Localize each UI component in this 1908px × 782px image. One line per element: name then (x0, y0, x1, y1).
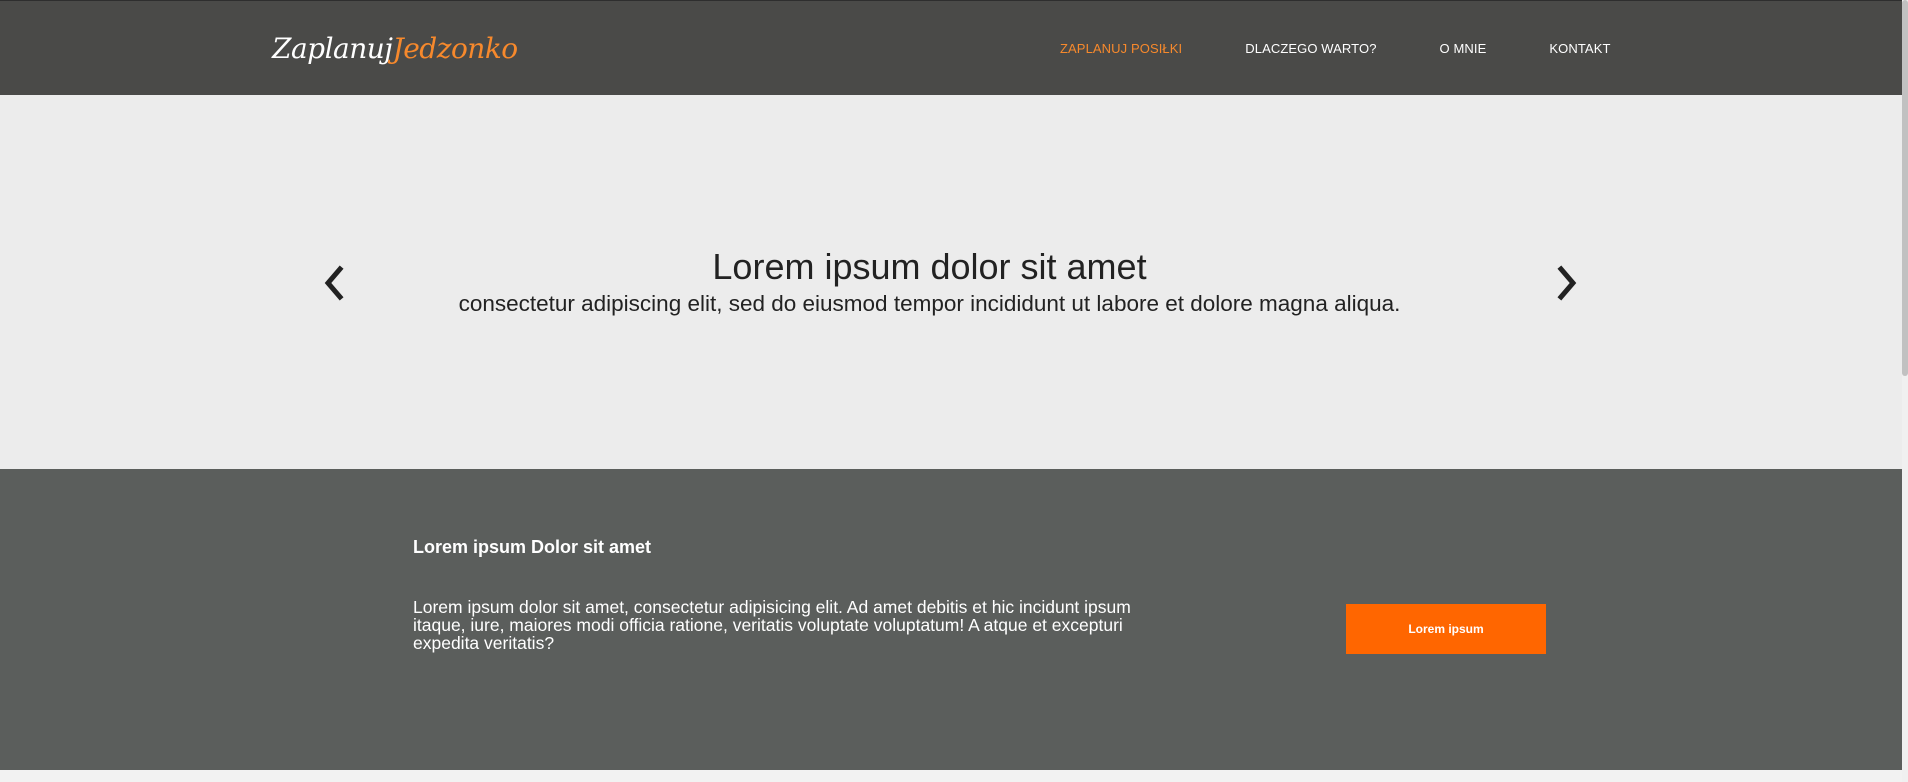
cta-button[interactable]: Lorem ipsum (1346, 604, 1546, 654)
nav-item-o-mnie[interactable]: O MNIE (1440, 41, 1487, 56)
slide-subtitle: consectetur adipiscing elit, sed do eius… (458, 291, 1401, 316)
cta-heading: Lorem ipsum Dolor sit amet (413, 537, 652, 557)
hero-slider: Lorem ipsum dolor sit amet consectetur a… (0, 95, 1902, 469)
logo-text-accent: Jedzonko (392, 31, 518, 65)
page: Zaplanuj Jedzonko ZAPLANUJ POSIŁKI DLACZ… (0, 0, 1908, 782)
slider-next-button[interactable] (1553, 263, 1583, 303)
site-header: Zaplanuj Jedzonko ZAPLANUJ POSIŁKI DLACZ… (0, 0, 1902, 95)
chevron-right-icon (1557, 265, 1577, 301)
slide-title: Lorem ipsum dolor sit amet (712, 246, 1147, 287)
main-nav: ZAPLANUJ POSIŁKI DLACZEGO WARTO? O MNIE … (1060, 1, 1611, 96)
nav-item-zaplanuj-posilki[interactable]: ZAPLANUJ POSIŁKI (1060, 41, 1182, 56)
slide-content: Lorem ipsum dolor sit amet consectetur a… (0, 245, 1902, 319)
logo-text-primary: Zaplanuj (272, 31, 393, 65)
nav-item-dlaczego-warto[interactable]: DLACZEGO WARTO? (1245, 41, 1376, 56)
scrollbar-thumb[interactable] (1902, 0, 1908, 376)
logo[interactable]: Zaplanuj Jedzonko (272, 25, 518, 71)
cta-section: Lorem ipsum Dolor sit amet Lorem ipsum d… (0, 469, 1902, 770)
page-scrollbar[interactable] (1902, 0, 1908, 782)
nav-item-kontakt[interactable]: KONTAKT (1549, 41, 1610, 56)
cta-text: Lorem ipsum dolor sit amet, consectetur … (413, 597, 1131, 653)
footer-strip (0, 770, 1902, 782)
